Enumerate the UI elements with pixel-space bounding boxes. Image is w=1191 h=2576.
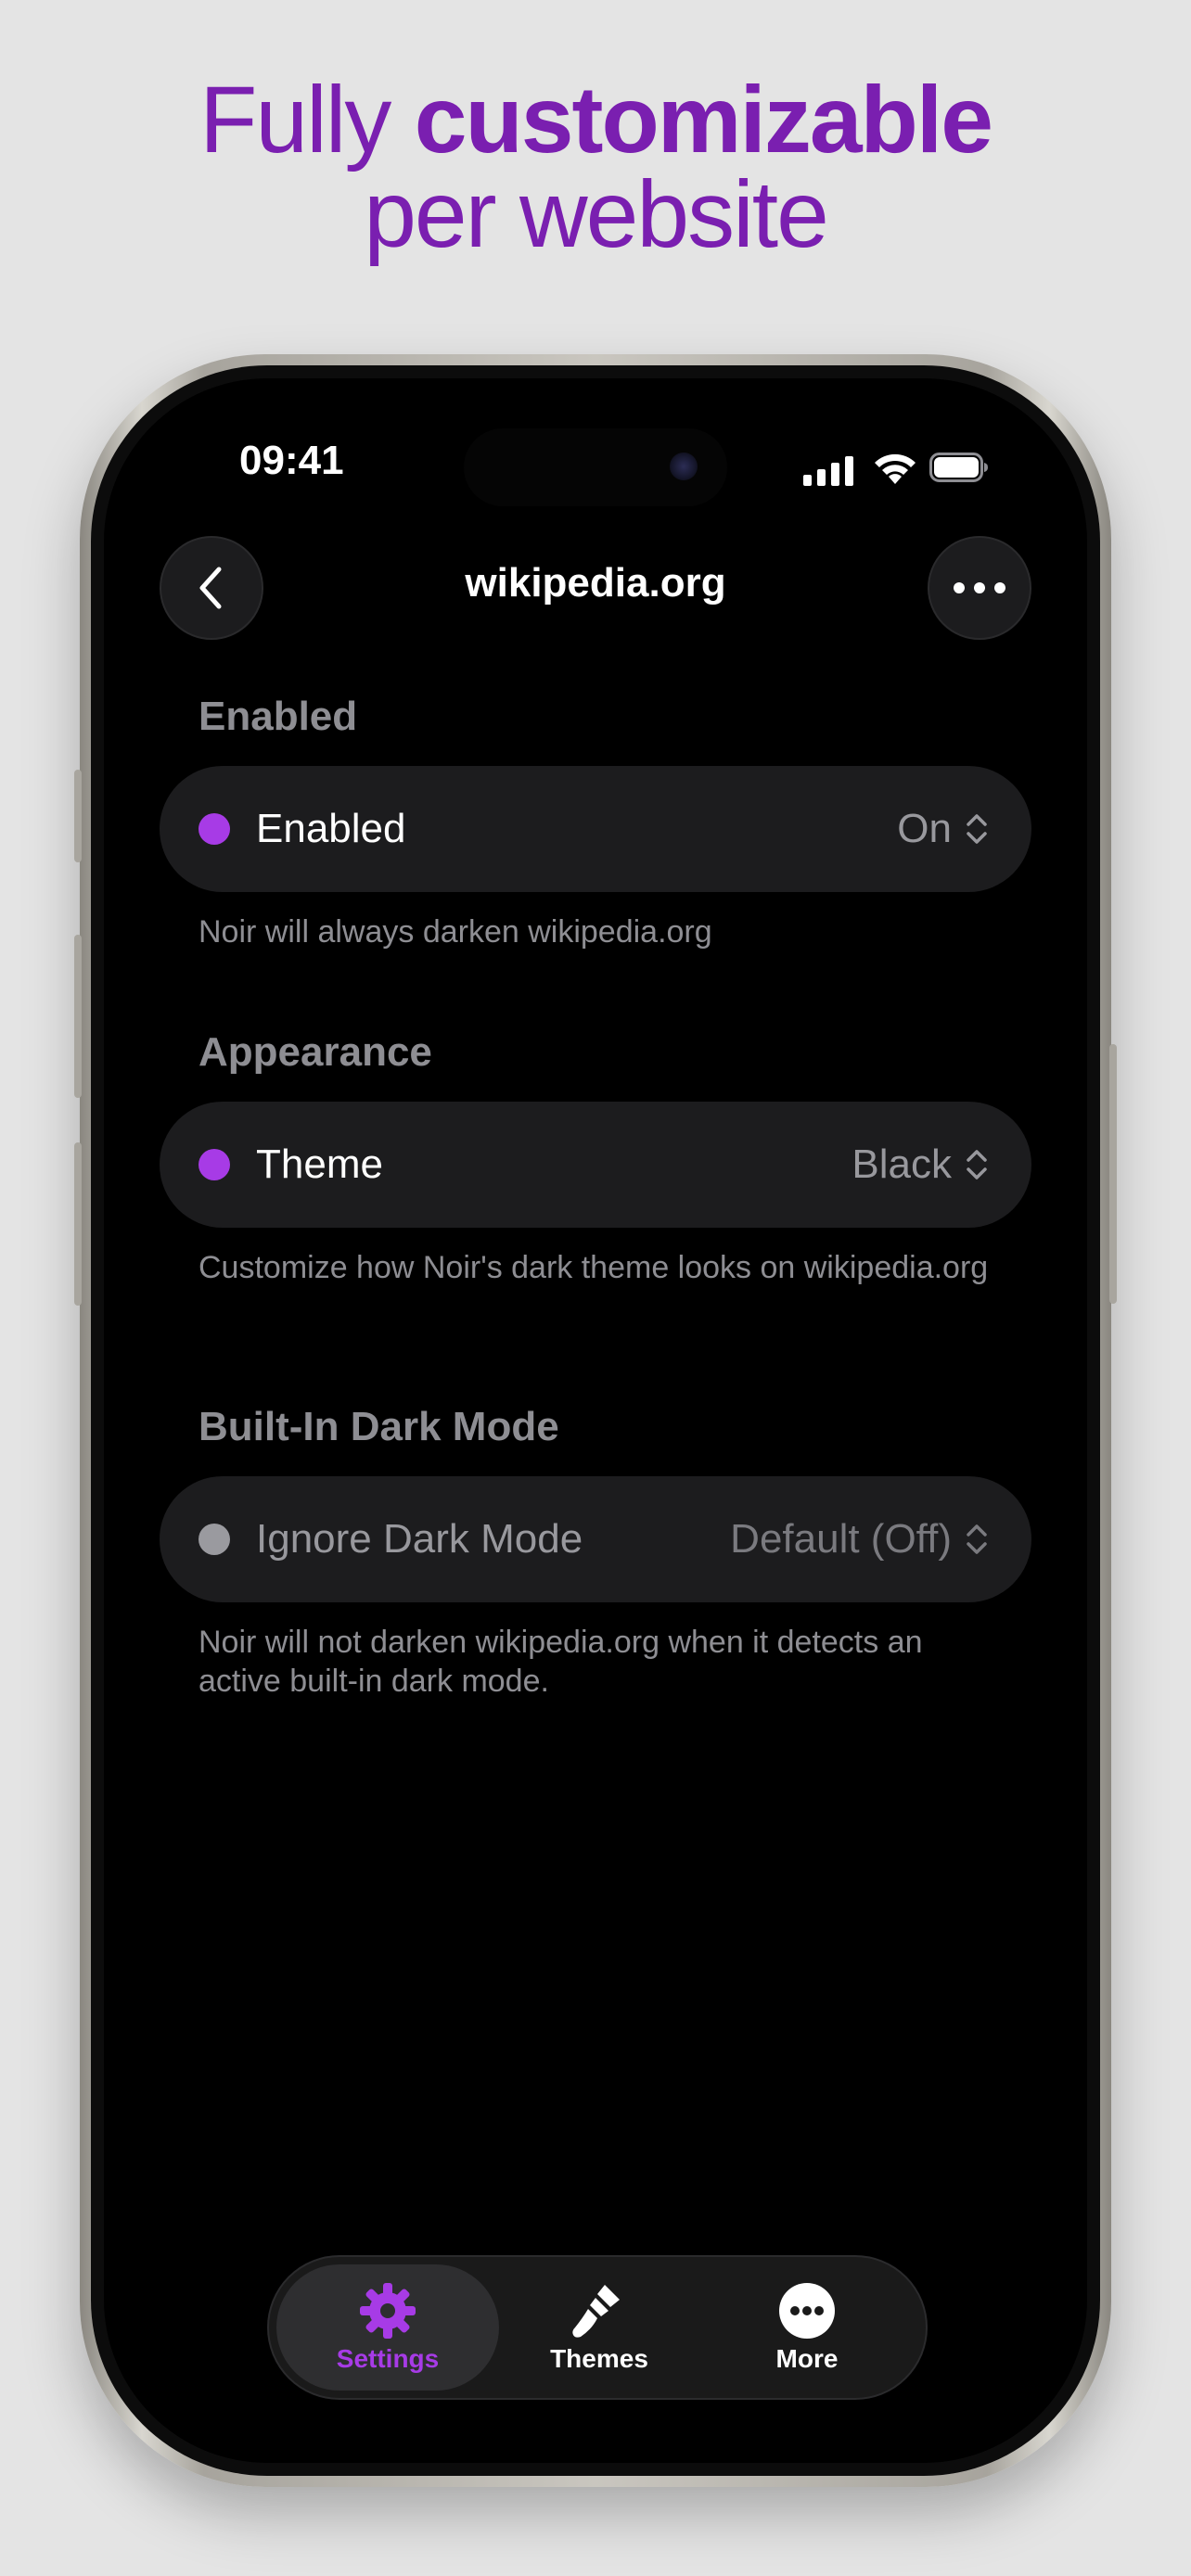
- tab-label: Settings: [336, 2344, 440, 2373]
- headline-line-1: Fully customizable: [0, 72, 1191, 167]
- tab-label: Themes: [550, 2344, 648, 2373]
- row-label: Theme: [256, 1141, 383, 1187]
- row-value: Default (Off): [730, 1516, 952, 1562]
- front-camera: [670, 453, 698, 480]
- more-options-button[interactable]: [928, 536, 1031, 640]
- chevron-left-icon: [199, 567, 222, 609]
- tab-bar: Settings Themes More: [267, 2255, 928, 2400]
- side-button: [1109, 1044, 1117, 1304]
- row-label: Ignore Dark Mode: [256, 1516, 583, 1562]
- status-time: 09:41: [239, 438, 344, 483]
- wifi-icon: [875, 453, 916, 484]
- volume-down-button: [74, 1142, 82, 1306]
- enabled-footnote: Noir will always darken wikipedia.org: [198, 914, 712, 950]
- chevron-up-down-icon: [967, 1150, 987, 1180]
- tab-label: More: [775, 2344, 839, 2373]
- action-button: [74, 770, 82, 862]
- tab-settings[interactable]: Settings: [276, 2264, 499, 2391]
- headline-bold: customizable: [414, 67, 993, 172]
- volume-up-button: [74, 935, 82, 1098]
- ellipsis-icon: [954, 582, 1005, 593]
- phone-screen: 09:41 wikipedia.org Enabled Enabled On N…: [104, 378, 1087, 2463]
- section-title-appearance: Appearance: [198, 1029, 432, 1075]
- built-in-dark-mode-footnote: Noir will not darken wikipedia.org when …: [198, 1625, 923, 1699]
- chevron-up-down-icon: [967, 814, 987, 844]
- headline-prefix: Fully: [199, 67, 415, 172]
- row-value: Black: [852, 1141, 952, 1187]
- status-dot: [198, 1524, 230, 1555]
- back-button[interactable]: [160, 536, 263, 640]
- chevron-up-down-icon: [967, 1524, 987, 1554]
- battery-icon: [929, 453, 988, 482]
- paintbrush-icon: [572, 2285, 620, 2338]
- ellipsis-circle-icon: [779, 2283, 835, 2339]
- section-title-built-in-dark-mode: Built-In Dark Mode: [198, 1404, 559, 1449]
- row-value: On: [897, 806, 952, 851]
- headline-line-2: per website: [364, 161, 829, 267]
- ignore-dark-mode-picker-row[interactable]: Ignore Dark Mode Default (Off): [160, 1476, 1031, 1602]
- appearance-footnote: Customize how Noir's dark theme looks on…: [198, 1250, 989, 1285]
- theme-picker-row[interactable]: Theme Black: [160, 1102, 1031, 1228]
- page-title: wikipedia.org: [465, 560, 726, 606]
- status-dot: [198, 813, 230, 845]
- headline: Fully customizable per website: [0, 72, 1191, 261]
- row-label: Enabled: [256, 806, 406, 851]
- tab-themes[interactable]: Themes: [488, 2264, 711, 2391]
- status-dot: [198, 1149, 230, 1180]
- gear-icon: [360, 2283, 416, 2339]
- enabled-picker-row[interactable]: Enabled On: [160, 766, 1031, 892]
- tab-more[interactable]: More: [696, 2264, 918, 2391]
- cellular-signal-icon: [803, 456, 853, 486]
- section-title-enabled: Enabled: [198, 694, 358, 739]
